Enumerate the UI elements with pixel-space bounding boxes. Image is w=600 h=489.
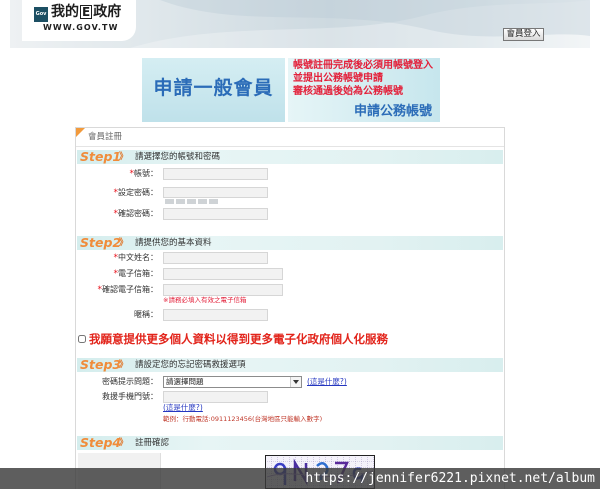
password-confirm-label: *確認密碼： — [78, 208, 159, 220]
email-label: *電子信箱： — [78, 268, 159, 280]
password-strength-segment — [209, 199, 218, 204]
gov-logo-icon: Gov — [34, 7, 48, 22]
step4-label: Step4 — [80, 435, 122, 450]
rescue-phone-help-link[interactable]: (這是什麼?) — [163, 403, 203, 413]
official-notice-line: 審核通過後始為公務帳號 — [293, 86, 403, 97]
email-confirm-label: *確認電子信箱： — [78, 284, 159, 296]
step3-heading: 請設定您的忘記密碼救援選項 — [135, 360, 246, 370]
step4-header: Step4 》 註冊確認 — [77, 436, 503, 450]
nickname-label: 暱稱： — [78, 309, 158, 321]
gov-logo-link[interactable]: Gov 我的 E 政府 WWW.GOV.TW — [22, 0, 136, 41]
nickname-label-text: 暱稱： — [134, 310, 158, 319]
step3-marker: 》 — [119, 360, 129, 370]
step1-label: Step1 — [80, 149, 122, 164]
chevron-down-icon — [290, 377, 301, 387]
personalized-service-label[interactable]: 我願意提供更多個人資料以得到更多電子化政府個人化服務 — [89, 332, 388, 346]
step4-marker: 》 — [119, 438, 129, 448]
email-confirm-input[interactable] — [163, 284, 283, 296]
membership-banner: 申請一般會員 帳號註冊完成後必須用帳號登入 並提出公務帳號申請 審核通過後始為公… — [142, 58, 440, 122]
password-input[interactable] — [163, 187, 268, 198]
form-title: 會員註冊 — [88, 132, 123, 142]
email-label-text: 電子信箱： — [118, 269, 158, 278]
watermark-url: https://jennifer6221.pixnet.net/album — [305, 471, 595, 486]
password-confirm-input[interactable] — [163, 208, 268, 220]
logo-title: 我的 E 政府 — [51, 4, 121, 20]
logo-title-suffix: 政府 — [93, 4, 122, 20]
nickname-input[interactable] — [163, 309, 268, 321]
apply-official-account-text: 申請公務帳號 — [353, 104, 432, 119]
apply-general-member-link[interactable]: 申請一般會員 — [142, 58, 285, 122]
email-confirm-label-text: 確認電子信箱： — [102, 285, 158, 294]
password-question-help-link[interactable]: (這是什麼?) — [307, 377, 347, 387]
account-label-text: 帳號： — [134, 169, 158, 178]
step1-header: Step1 》 請選擇您的帳號和密碼 — [77, 150, 503, 164]
password-strength-segment — [165, 199, 174, 204]
password-strength-segment — [198, 199, 207, 204]
step1-marker: 》 — [119, 152, 129, 162]
password-label: *設定密碼： — [78, 187, 159, 199]
password-confirm-label-text: 確認密碼： — [118, 209, 158, 218]
password-question-label-text: 密碼提示問題： — [102, 377, 158, 386]
member-login-button[interactable]: 會員登入 — [503, 28, 544, 41]
registration-form: 會員註冊 Step1 》 請選擇您的帳號和密碼 *帳號： *設定密碼： *確認密… — [75, 127, 505, 489]
password-strength-meter — [165, 199, 220, 204]
logo-title-prefix: 我的 — [51, 4, 79, 20]
step4-heading: 註冊確認 — [135, 438, 170, 448]
step2-marker: 》 — [119, 238, 129, 248]
email-note: ※請務必填入有效之電子信箱 — [163, 296, 247, 304]
apply-general-member-text: 申請一般會員 — [153, 77, 274, 99]
password-strength-segment — [176, 199, 185, 204]
rescue-phone-input[interactable] — [163, 391, 268, 403]
rescue-phone-label-text: 救援手機門號： — [102, 392, 158, 401]
watermark-band: https://jennifer6221.pixnet.net/album — [0, 468, 600, 489]
email-input[interactable] — [163, 268, 283, 280]
password-question-label: 密碼提示問題： — [78, 376, 158, 388]
form-title-divider — [76, 146, 504, 147]
account-label: *帳號： — [78, 168, 159, 180]
official-notice-line: 帳號註冊完成後必須用帳號登入 — [293, 60, 433, 71]
step3-label: Step3 — [80, 357, 122, 372]
logo-url: WWW.GOV.TW — [43, 23, 119, 32]
password-strength-segment — [187, 199, 196, 204]
step2-header: Step2 》 請提供您的基本資料 — [77, 236, 503, 250]
site-header: Gov 我的 E 政府 WWW.GOV.TW 會員登入 — [10, 0, 590, 48]
rescue-phone-example: 範例：行動電話:0911123456(台灣地區只能輸入數字) — [163, 415, 323, 423]
logo-title-e: E — [80, 5, 93, 19]
step2-heading: 請提供您的基本資料 — [135, 238, 212, 248]
personalized-service-checkbox[interactable] — [78, 335, 86, 343]
password-label-text: 設定密碼： — [118, 188, 158, 197]
chinese-name-input[interactable] — [163, 252, 268, 264]
step3-header: Step3 》 請設定您的忘記密碼救援選項 — [77, 358, 503, 372]
step2-label: Step2 — [80, 235, 122, 250]
chinese-name-label-text: 中文姓名： — [118, 253, 158, 262]
step1-heading: 請選擇您的帳號和密碼 — [135, 152, 221, 162]
orange-corner-triangle-icon — [76, 128, 85, 137]
password-question-select[interactable]: 請選擇問題 — [163, 376, 302, 388]
rescue-phone-label: 救援手機門號： — [78, 391, 158, 403]
official-notice-line: 並提出公務帳號申請 — [293, 73, 383, 84]
account-input[interactable] — [163, 168, 268, 180]
chinese-name-label: *中文姓名： — [78, 252, 159, 264]
apply-official-account-link[interactable]: 帳號註冊完成後必須用帳號登入 並提出公務帳號申請 審核通過後始為公務帳號 申請公… — [288, 58, 440, 122]
password-question-select-wrap: 請選擇問題 — [163, 376, 302, 388]
